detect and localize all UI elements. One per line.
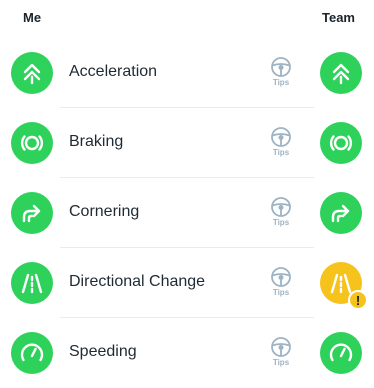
tips-button[interactable]: Tips [266,266,296,302]
braking-icon [320,122,362,164]
braking-icon [11,122,53,164]
list-item-cornering[interactable]: Cornering Tips [0,178,374,248]
category-label: Directional Change [69,273,206,290]
steering-wheel-icon [271,57,291,77]
header: Me Team [0,8,374,30]
acceleration-icon [320,52,362,94]
list-item-braking[interactable]: Braking Tips [0,108,374,178]
steering-wheel-icon [271,197,291,217]
tips-button[interactable]: Tips [266,126,296,162]
cornering-icon [11,192,53,234]
tips-button[interactable]: Tips [266,56,296,92]
list-item-speeding[interactable]: Speeding Tips [0,318,374,388]
speedometer-icon [11,332,53,374]
me-column-header: Me [23,10,42,25]
cornering-icon [320,192,362,234]
list-item-directional-change[interactable]: Directional Change Tips ! [0,248,374,318]
tips-label: Tips [272,358,290,367]
list-item-acceleration[interactable]: Acceleration Tips [0,38,374,108]
directional-change-icon: ! [320,262,368,310]
tips-label: Tips [272,148,290,157]
steering-wheel-icon [271,337,291,357]
category-label: Braking [69,133,124,150]
steering-wheel-icon [271,267,291,287]
acceleration-icon [11,52,53,94]
category-label: Cornering [69,203,140,220]
tips-button[interactable]: Tips [266,196,296,232]
driving-score-list: Acceleration Tips Braking Tips Cornering… [0,38,374,388]
tips-label: Tips [272,78,290,87]
category-label: Speeding [69,343,137,360]
tips-label: Tips [272,218,290,227]
tips-label: Tips [272,288,290,297]
steering-wheel-icon [271,127,291,147]
category-label: Acceleration [69,63,158,80]
warning-badge: ! [348,290,368,310]
directional-change-icon [11,262,53,304]
speedometer-icon [320,332,362,374]
team-column-header: Team [322,10,355,25]
tips-button[interactable]: Tips [266,336,296,372]
